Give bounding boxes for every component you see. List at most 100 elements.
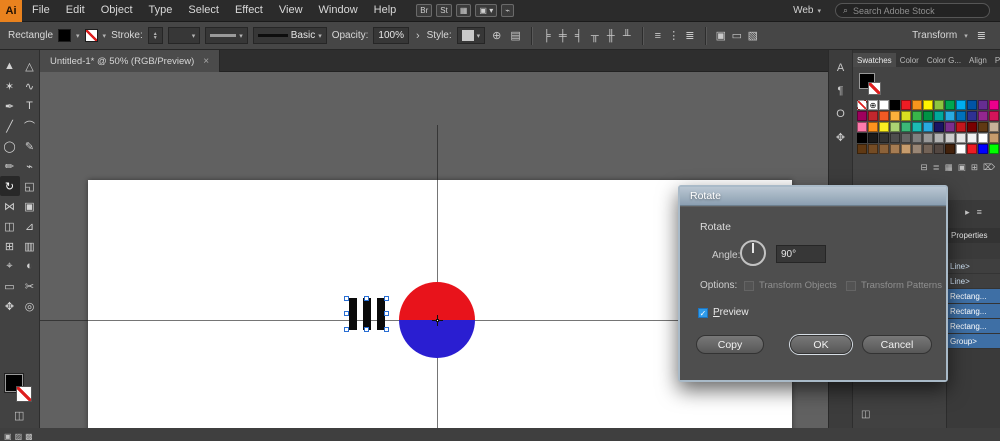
color-swatch[interactable] (901, 111, 911, 121)
arrange-documents-icon[interactable]: ▦ (456, 4, 472, 17)
screen-mode-icon[interactable]: ◫ (14, 409, 24, 422)
color-swatch[interactable] (923, 144, 933, 154)
rotation-reference-point[interactable] (432, 315, 443, 326)
color-swatch[interactable] (967, 122, 977, 132)
color-swatch[interactable] (912, 100, 922, 110)
menu-edit[interactable]: Edit (58, 0, 93, 21)
color-swatch[interactable] (956, 111, 966, 121)
color-swatch[interactable] (967, 100, 977, 110)
selection-tool[interactable]: ▲ (0, 56, 20, 76)
width-tool[interactable]: ⋈ (0, 196, 20, 216)
menu-object[interactable]: Object (93, 0, 141, 21)
fill-color-swatch[interactable] (58, 29, 71, 42)
align-center-horizontal-icon[interactable]: ╪ (556, 30, 570, 42)
opacity-panel-link[interactable]: › (414, 30, 422, 42)
draw-behind-icon[interactable]: ▨ (15, 432, 23, 441)
isolate-selection-icon[interactable]: ▧ (746, 29, 760, 42)
menu-window[interactable]: Window (311, 0, 366, 21)
selection-handle[interactable] (384, 311, 389, 316)
menu-effect[interactable]: Effect (227, 0, 271, 21)
document-setup-icon[interactable]: ▤ (508, 29, 522, 42)
swatch-kinds-icon[interactable]: ≣ (933, 162, 940, 173)
copy-button[interactable]: Copy (696, 335, 764, 354)
color-swatch[interactable] (934, 133, 944, 143)
stock-icon[interactable]: St (436, 4, 452, 17)
color-swatch[interactable] (912, 122, 922, 132)
selection-handle[interactable] (344, 311, 349, 316)
color-swatch[interactable] (923, 133, 933, 143)
selected-artwork[interactable] (346, 298, 388, 330)
color-swatch[interactable] (989, 133, 999, 143)
layer-item[interactable]: Line> (947, 259, 1000, 274)
color-swatch[interactable] (934, 122, 944, 132)
swatch-options-icon[interactable]: ▦ (945, 162, 953, 173)
scale-tool[interactable]: ◱ (20, 176, 40, 196)
color-swatch[interactable] (945, 144, 955, 154)
gpu-performance-icon[interactable]: ⌁ (501, 4, 514, 17)
color-swatch[interactable] (890, 144, 900, 154)
color-swatch[interactable] (868, 133, 878, 143)
color-swatch[interactable] (978, 100, 988, 110)
color-swatch[interactable] (945, 111, 955, 121)
color-swatch[interactable] (923, 100, 933, 110)
color-swatch[interactable] (967, 133, 977, 143)
pencil-tool[interactable]: ✏ (0, 156, 20, 176)
draw-normal-icon[interactable]: ▣ (4, 432, 12, 441)
shaper-tool[interactable]: ⌁ (20, 156, 40, 176)
panel-tab-color[interactable]: Color (896, 53, 923, 67)
menu-file[interactable]: File (24, 0, 58, 21)
layer-item[interactable]: Rectang... (947, 289, 1000, 304)
line-segment-tool[interactable]: ╱ (0, 116, 20, 136)
color-swatch[interactable] (890, 111, 900, 121)
color-swatch[interactable] (956, 122, 966, 132)
align-top-icon[interactable]: ╥ (588, 30, 602, 42)
glyphs-panel-icon[interactable]: O (836, 108, 845, 120)
paintbrush-tool[interactable]: ✎ (20, 136, 40, 156)
menu-select[interactable]: Select (180, 0, 227, 21)
color-swatch[interactable] (989, 111, 999, 121)
stroke-color-swatch[interactable] (85, 29, 98, 42)
distribute-vertical-icon[interactable]: ≡ (651, 30, 665, 42)
color-swatch[interactable] (945, 100, 955, 110)
layer-item[interactable]: Line> (947, 274, 1000, 289)
selection-handle[interactable] (364, 296, 369, 301)
layer-item[interactable]: Group> (947, 334, 1000, 349)
color-swatch[interactable] (934, 111, 944, 121)
draw-inside-icon[interactable]: ▩ (25, 432, 33, 441)
chevron-down-icon[interactable]: ▾ (964, 32, 968, 40)
curvature-tool[interactable]: ⌒ (20, 116, 40, 136)
blend-tool[interactable]: ◐ (20, 256, 40, 276)
color-swatch[interactable] (901, 133, 911, 143)
artboard-tool[interactable]: ▭ (0, 276, 20, 296)
pen-tool[interactable]: ✒ (0, 96, 20, 116)
selection-handle[interactable] (364, 327, 369, 332)
style-dropdown[interactable]: ▾ (457, 27, 486, 44)
preview-checkbox[interactable]: ✓ (698, 308, 708, 318)
slice-tool[interactable]: ✂ (20, 276, 40, 296)
color-swatch[interactable] (901, 100, 911, 110)
align-middle-vertical-icon[interactable]: ╫ (604, 30, 618, 42)
color-swatch[interactable] (912, 144, 922, 154)
properties-panel-tab[interactable]: Properties (947, 228, 1000, 243)
angle-input[interactable]: 90° (776, 245, 826, 263)
color-swatch[interactable] (879, 133, 889, 143)
layer-item[interactable]: Rectang... (947, 304, 1000, 319)
align-right-icon[interactable]: ╡ (572, 30, 586, 42)
align-left-icon[interactable]: ╞ (540, 30, 554, 42)
color-swatch[interactable] (956, 133, 966, 143)
panel-tab-color-g-[interactable]: Color G... (923, 53, 965, 67)
document-layout-icon[interactable]: ▣ ▾ (475, 4, 497, 17)
search-input[interactable]: ⌕ Search Adobe Stock (835, 3, 990, 18)
none-swatch[interactable] (857, 100, 867, 110)
color-swatch[interactable] (901, 144, 911, 154)
stroke-color-chip[interactable] (16, 386, 32, 402)
layer-item[interactable]: Rectang... (947, 319, 1000, 334)
color-swatch[interactable] (890, 122, 900, 132)
color-swatch[interactable] (934, 100, 944, 110)
transform-patterns-checkbox[interactable] (846, 281, 856, 291)
color-swatch[interactable] (857, 144, 867, 154)
color-swatch[interactable] (879, 122, 889, 132)
color-swatch[interactable] (857, 133, 867, 143)
color-swatch[interactable] (989, 100, 999, 110)
menu-view[interactable]: View (271, 0, 311, 21)
